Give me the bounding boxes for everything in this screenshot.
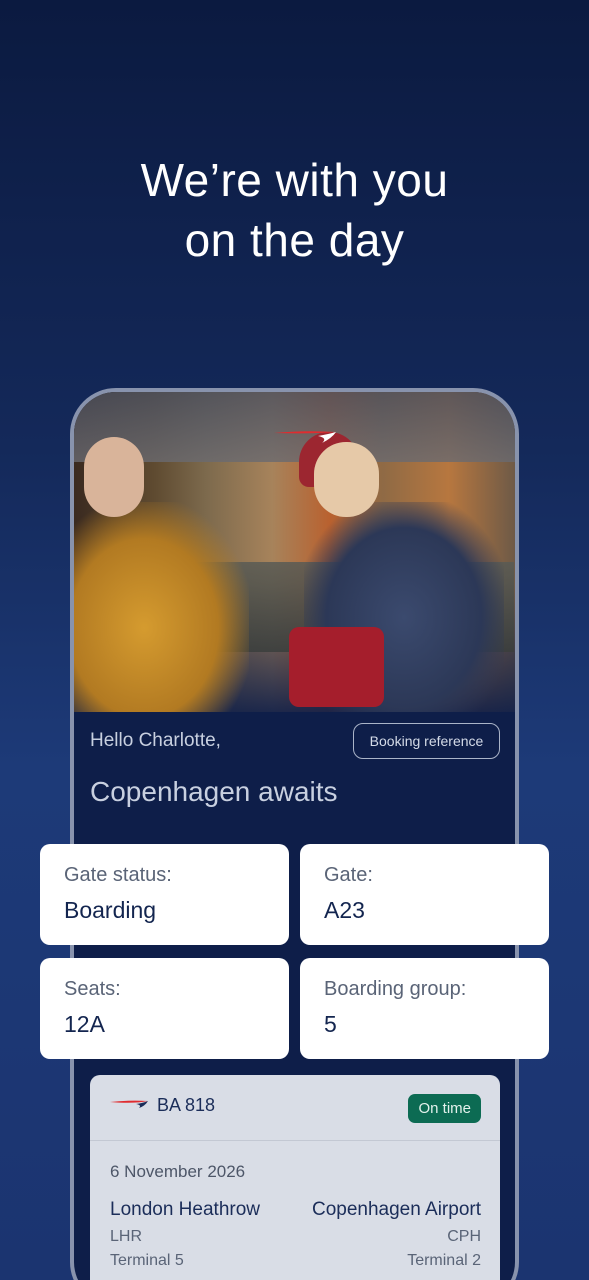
card-label: Boarding group: bbox=[324, 978, 467, 1000]
status-badge: On time bbox=[408, 1094, 481, 1123]
card-value: Boarding bbox=[64, 897, 157, 923]
booking-reference-button[interactable]: Booking reference bbox=[353, 723, 500, 759]
card-label: Gate status: bbox=[64, 864, 172, 886]
flight-number: BA 818 bbox=[157, 1095, 216, 1115]
origin-code: LHR bbox=[110, 1228, 143, 1245]
seats-card: Seats: 12A bbox=[40, 958, 289, 1059]
headline: We’re with you on the day bbox=[0, 150, 589, 270]
card-value: 12A bbox=[64, 1011, 105, 1037]
flight-date: 6 November 2026 bbox=[110, 1162, 246, 1181]
destination-title: Copenhagen awaits bbox=[90, 776, 338, 807]
gate-status-card: Gate status: Boarding bbox=[40, 844, 289, 945]
speedmarque-logo-icon bbox=[110, 1100, 148, 1108]
headline-line-1: We’re with you bbox=[140, 154, 449, 206]
card-label: Gate: bbox=[324, 864, 373, 886]
speedmarque-logo-icon bbox=[274, 431, 336, 443]
gate-card: Gate: A23 bbox=[300, 844, 549, 945]
card-value: 5 bbox=[324, 1011, 337, 1037]
card-value: A23 bbox=[324, 897, 365, 923]
card-label: Seats: bbox=[64, 978, 121, 1000]
greeting-text: Hello Charlotte, bbox=[90, 730, 221, 751]
destination-terminal: Terminal 2 bbox=[407, 1252, 481, 1269]
origin-terminal: Terminal 5 bbox=[110, 1252, 184, 1269]
headline-line-2: on the day bbox=[184, 214, 405, 266]
boarding-group-card: Boarding group: 5 bbox=[300, 958, 549, 1059]
flight-card[interactable]: BA 818 On time 6 November 2026 London He… bbox=[90, 1075, 500, 1280]
destination-code: CPH bbox=[447, 1228, 481, 1245]
destination-city: Copenhagen Airport bbox=[311, 1199, 481, 1220]
hero-photo bbox=[74, 392, 515, 712]
flight-card-header: BA 818 On time bbox=[90, 1075, 500, 1141]
origin-city: London Heathrow bbox=[110, 1199, 260, 1220]
